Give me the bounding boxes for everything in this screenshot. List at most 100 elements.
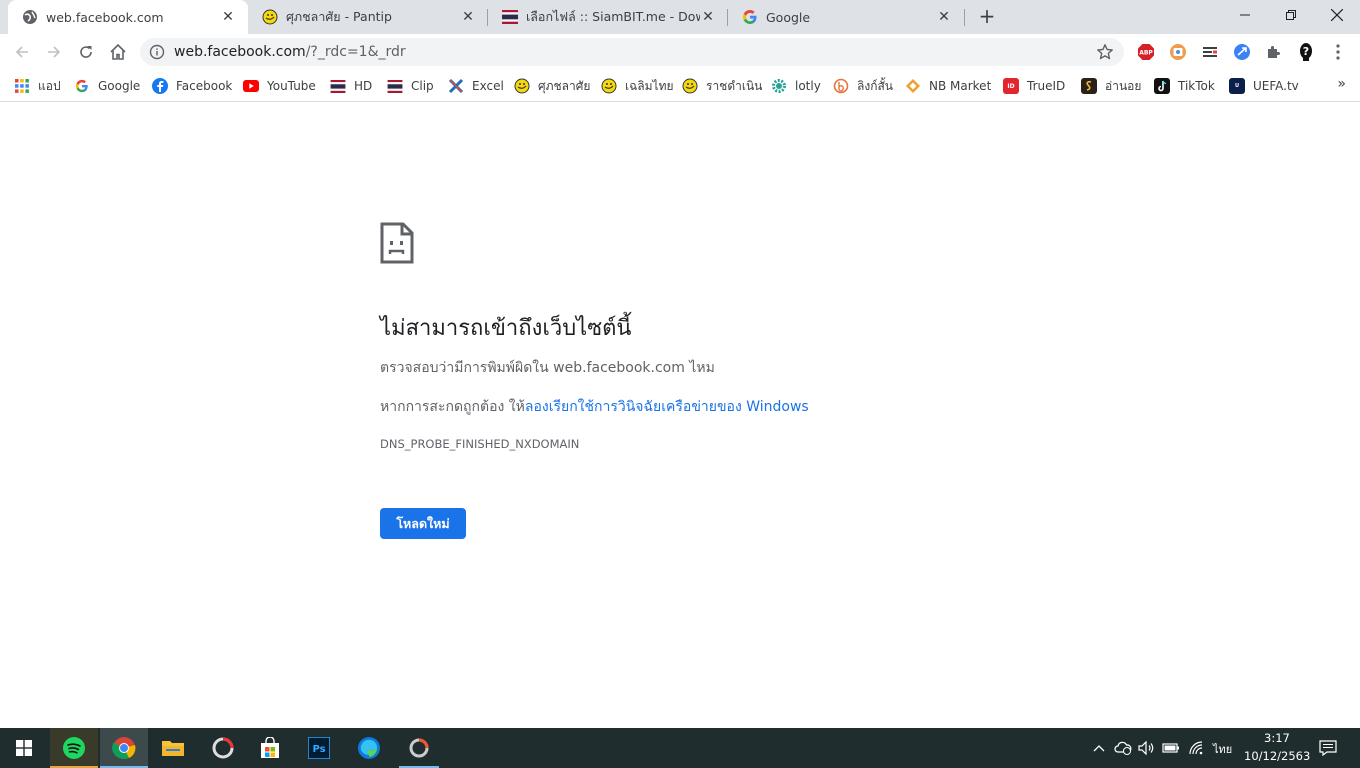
- bookmark-label: UEFA.tv: [1253, 79, 1299, 93]
- wifi-icon[interactable]: [1186, 738, 1206, 758]
- clock-date[interactable]: 10/12/2563: [1244, 749, 1310, 763]
- back-arrow-icon: [15, 46, 28, 58]
- home-button[interactable]: [104, 38, 132, 66]
- bookmark-nb-market[interactable]: NB Market: [905, 76, 991, 96]
- bookmark-uefa-tv[interactable]: U UEFA.tv: [1229, 76, 1299, 96]
- taskbar-edge[interactable]: [345, 728, 393, 768]
- bookmark-shortlink[interactable]: ลิงก์สั้น: [833, 76, 893, 96]
- start-button[interactable]: [0, 728, 48, 768]
- minimize-button[interactable]: [1222, 0, 1268, 30]
- tab-pantip[interactable]: ศุภชลาศัย - Pantip ✕: [248, 0, 488, 34]
- globe-icon: [22, 9, 38, 25]
- shortlink-icon: [833, 78, 849, 94]
- bookmark-tiktok[interactable]: TikTok: [1154, 76, 1215, 96]
- bookmarks-overflow-icon[interactable]: »: [1337, 76, 1346, 92]
- onedrive-sync-icon[interactable]: [1113, 738, 1133, 758]
- network-diagnostics-link[interactable]: ลองเรียกใช้การวินิจฉัยเครือข่ายของ Windo…: [525, 399, 809, 415]
- image-extension-icon[interactable]: [1168, 42, 1188, 62]
- pantip-icon: [601, 78, 617, 94]
- taskbar-app-ring[interactable]: [395, 728, 443, 768]
- tab-close-icon[interactable]: ✕: [700, 9, 716, 25]
- tab-close-icon[interactable]: ✕: [936, 9, 952, 25]
- taskbar-photoshop[interactable]: Ps: [295, 728, 343, 768]
- taskbar: Ps ไทย 3:17 10/12/2563: [0, 728, 1360, 768]
- windows-logo-icon: [16, 740, 32, 756]
- bookmark-clip[interactable]: Clip: [387, 76, 434, 96]
- bookmark-hd[interactable]: HD: [330, 76, 372, 96]
- minimize-icon: [1240, 14, 1250, 16]
- menu-kebab-icon[interactable]: [1328, 42, 1348, 62]
- taskbar-file-explorer[interactable]: [149, 728, 197, 768]
- error-title: ไม่สามารถเข้าถึงเว็บไซต์นี้: [380, 316, 632, 341]
- adblock-plus-icon[interactable]: ABP: [1136, 42, 1156, 62]
- vpn-extension-icon[interactable]: [1232, 42, 1252, 62]
- bookmark-lotly[interactable]: lotly: [771, 76, 821, 96]
- clock-time[interactable]: 3:17: [1264, 731, 1290, 745]
- action-center-icon[interactable]: [1318, 738, 1338, 758]
- reload-icon: [80, 46, 92, 58]
- url-path: /?_rdc=1&_rdr: [305, 44, 406, 60]
- bookmark-reader[interactable]: อ่านอย: [1081, 76, 1141, 96]
- bookmark-suphachalasai[interactable]: ศุภชลาศัย: [514, 76, 590, 96]
- url-text[interactable]: web.facebook.com/?_rdc=1&_rdr: [174, 44, 406, 60]
- bookmark-apps[interactable]: แอป: [14, 76, 61, 96]
- url-host: web.facebook.com: [174, 44, 306, 60]
- svg-text:Ps: Ps: [312, 744, 325, 755]
- google-icon: [74, 78, 90, 94]
- bookmark-label: ราชดำเนิน: [706, 78, 763, 93]
- bookmark-ratchadamnoen[interactable]: ราชดำเนิน: [682, 76, 762, 96]
- extensions-puzzle-icon[interactable]: [1264, 42, 1284, 62]
- bookmark-label: อ่านอย: [1105, 78, 1142, 93]
- bookmark-chalermthai[interactable]: เฉลิมไทย: [601, 76, 674, 96]
- photoshop-icon: Ps: [308, 737, 330, 759]
- tab-manager-icon[interactable]: [1200, 42, 1220, 62]
- pantip-icon: [514, 78, 530, 94]
- bookmark-youtube[interactable]: YouTube: [243, 76, 316, 96]
- tab-close-icon[interactable]: ✕: [460, 9, 476, 25]
- tab-title: web.facebook.com: [46, 9, 164, 25]
- thai-flag-icon: [330, 78, 346, 94]
- bookmark-star-icon[interactable]: [1096, 43, 1114, 61]
- reload-button[interactable]: โหลดใหม่: [380, 508, 466, 539]
- back-button[interactable]: [8, 38, 36, 66]
- tab-web-facebook[interactable]: web.facebook.com ✕: [8, 0, 248, 34]
- youtube-icon: [243, 78, 259, 94]
- new-tab-button[interactable]: +: [976, 6, 998, 28]
- close-window-button[interactable]: [1314, 0, 1360, 30]
- bookmark-google[interactable]: Google: [74, 76, 140, 96]
- tab-google[interactable]: Google ✕: [728, 0, 964, 34]
- restore-button[interactable]: [1268, 0, 1314, 30]
- bookmark-trueid[interactable]: ID TrueID: [1003, 76, 1065, 96]
- bookmark-excel[interactable]: Excel: [448, 76, 504, 96]
- forward-button[interactable]: [40, 38, 68, 66]
- apps-grid-icon: [14, 78, 30, 94]
- taskbar-spotify[interactable]: [50, 728, 98, 768]
- spotify-icon: [63, 737, 85, 759]
- profile-avatar[interactable]: ?: [1296, 42, 1316, 62]
- pantip-icon: [262, 9, 278, 25]
- bookmark-label: lotly: [795, 79, 821, 93]
- tab-close-icon[interactable]: ✕: [220, 9, 236, 25]
- address-bar[interactable]: web.facebook.com/?_rdc=1&_rdr: [140, 38, 1124, 66]
- tray-overflow-chevron-icon[interactable]: [1089, 738, 1109, 758]
- error-typo-suffix: ไหม: [684, 360, 715, 376]
- bookmark-label: TrueID: [1027, 79, 1066, 93]
- taskbar-app-circle[interactable]: [199, 728, 247, 768]
- error-diagnostics-prefix: หากการสะกดถูกต้อง ให้: [380, 399, 525, 415]
- battery-icon[interactable]: [1161, 738, 1181, 758]
- home-icon: [110, 43, 126, 60]
- taskbar-chrome[interactable]: [100, 728, 148, 768]
- google-icon: [742, 9, 758, 25]
- folder-icon: [162, 741, 184, 756]
- info-icon[interactable]: [149, 44, 165, 60]
- bookmark-label: HD: [354, 79, 373, 93]
- taskbar-store[interactable]: [246, 728, 294, 768]
- tab-title: เลือกไฟล์ :: SiamBIT.me - Downloa: [526, 9, 700, 24]
- bookmark-facebook[interactable]: Facebook: [152, 76, 232, 96]
- facebook-icon: [152, 78, 168, 94]
- reload-toolbar-button[interactable]: [72, 38, 100, 66]
- volume-icon[interactable]: [1137, 738, 1157, 758]
- tab-siambit[interactable]: เลือกไฟล์ :: SiamBIT.me - Downloa ✕: [488, 0, 728, 34]
- input-language-indicator[interactable]: ไทย: [1213, 740, 1232, 758]
- error-host: web.facebook.com: [553, 360, 685, 376]
